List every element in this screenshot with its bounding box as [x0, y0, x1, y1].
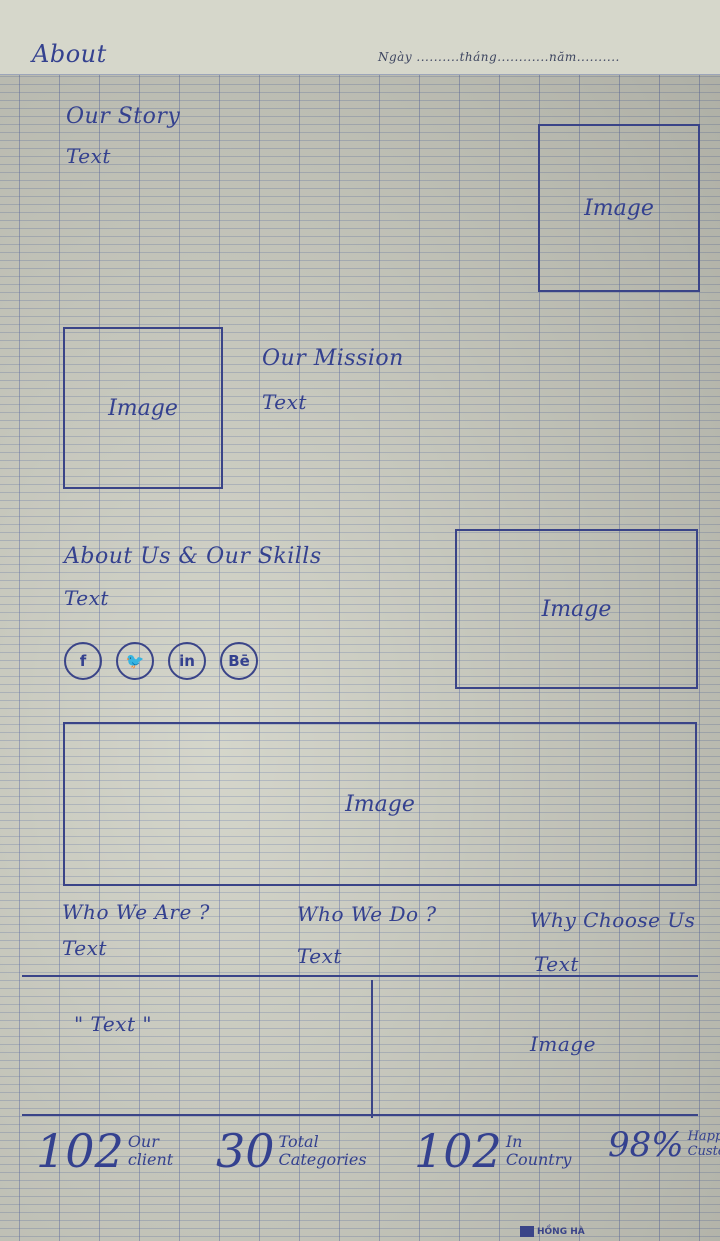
facebook-icon[interactable]: f [64, 642, 102, 680]
page-title: About [32, 40, 107, 68]
stat-label: In Country [505, 1131, 572, 1169]
mission-text: Text [262, 390, 307, 414]
stat-value: 98% [608, 1125, 684, 1165]
stat-value: 30 [216, 1124, 275, 1178]
divider-bottom [22, 1114, 698, 1116]
mission-image: Image [63, 327, 223, 489]
column-who-we-do-heading: Who We Do ? [297, 902, 437, 926]
divider-top [22, 975, 698, 977]
column-why-choose-us-text: Text [534, 952, 579, 976]
social-links: f 🐦 in Bē [64, 642, 258, 680]
stat-label: Happy Customer [687, 1129, 720, 1159]
stat-our-client: 102 Our client [36, 1128, 173, 1174]
twitter-icon[interactable]: 🐦 [116, 642, 154, 680]
behance-icon[interactable]: Bē [220, 642, 258, 680]
testimonial-image-label: Image [530, 1032, 596, 1056]
about-text: Text [64, 586, 109, 610]
banner-image-label: Image [345, 791, 415, 817]
linkedin-icon[interactable]: in [168, 642, 206, 680]
column-who-we-are-heading: Who We Are ? [62, 900, 210, 924]
stat-label: Our client [127, 1131, 174, 1169]
brand-logo-icon [520, 1226, 534, 1237]
column-why-choose-us-heading: Why Choose Us [530, 908, 696, 932]
story-image: Image [538, 124, 700, 292]
about-image-label: Image [541, 596, 612, 622]
brand-text: HỒNG HÀ [537, 1226, 585, 1237]
stat-value: 102 [414, 1124, 502, 1178]
mission-image-label: Image [108, 395, 178, 421]
story-image-label: Image [584, 195, 654, 221]
about-image: Image [455, 529, 698, 689]
date-line: Ngày ..........tháng............năm.....… [378, 50, 620, 64]
stat-label: Total Categories [278, 1131, 367, 1169]
story-text: Text [66, 144, 111, 168]
stat-happy-customer: 98% Happy Customer [608, 1128, 720, 1162]
mission-heading: Our Mission [262, 346, 404, 371]
banner-image: Image [63, 722, 697, 886]
stat-value: 102 [36, 1124, 124, 1178]
story-heading: Our Story [66, 104, 181, 129]
divider-vertical [371, 980, 373, 1118]
about-heading: About Us & Our Skills [64, 544, 322, 569]
stat-total-categories: 30 Total Categories [216, 1128, 367, 1174]
column-who-we-are-text: Text [62, 936, 107, 960]
notebook-brand: HỒNG HÀ [520, 1226, 585, 1237]
column-who-we-do-text: Text [297, 944, 342, 968]
stat-in-country: 102 In Country [414, 1128, 571, 1174]
testimonial-quote: " Text " [74, 1012, 153, 1036]
